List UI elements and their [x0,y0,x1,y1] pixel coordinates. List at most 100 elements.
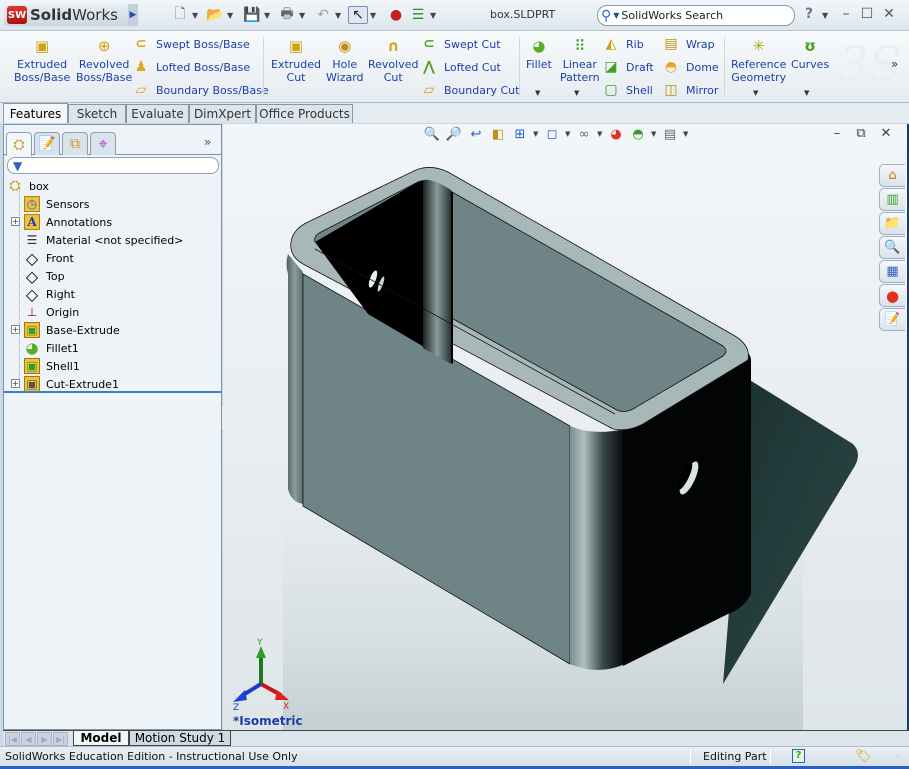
expand-base-extrude-button[interactable]: + [11,325,20,334]
solidworks-search-input[interactable]: ⚲ ▼ SolidWorks Search [597,5,795,26]
solidworks-logo[interactable]: SW SolidWorks [4,4,136,26]
help-button[interactable]: ? [800,6,818,22]
print-dropdown-icon[interactable]: ▼ [299,6,305,24]
tab-dimxpert[interactable]: DimXpert [189,104,256,123]
wrap-button[interactable]: ▤ Wrap [662,35,714,53]
curves-dropdown-icon[interactable]: ▼ [804,89,809,97]
open-folder-icon[interactable]: 📂 [205,6,225,24]
appearances-icon[interactable]: ● [879,284,905,307]
fillet-button[interactable]: ◕ Fillet [526,37,552,71]
lofted-boss-base-button[interactable]: ♟ Lofted Boss/Base [132,58,250,76]
previous-tab-button[interactable]: ◀ [21,732,36,746]
lofted-cut-button[interactable]: ⋀ Lofted Cut [420,58,501,76]
expand-annotations-button[interactable]: + [11,217,20,226]
file-explorer-icon[interactable]: 📁 [879,212,905,235]
open-folder-dropdown-icon[interactable]: ▼ [227,6,233,24]
custom-properties-icon[interactable]: 📝 [879,308,905,331]
tree-item-base-extrude[interactable]: ▣ Base-Extrude [24,321,120,339]
extruded-boss-base-button[interactable]: ▣ Extruded Boss/Base [14,37,70,84]
undo-dropdown-icon[interactable]: ▼ [335,6,341,24]
first-tab-button[interactable]: |◀ [5,732,20,746]
expand-cut-extrude1-button[interactable]: + [11,379,20,388]
tab-motion-study-1[interactable]: Motion Study 1 [129,731,231,746]
rib-button[interactable]: ◭ Rib [602,35,644,53]
resize-grip-icon[interactable]: ⋰ [893,753,900,761]
boundary-cut-button[interactable]: ▱ Boundary Cut [420,81,520,99]
propertymanager-tab[interactable]: 📝 [34,132,60,155]
cut-extrude-feature-icon: ▣ [24,376,40,392]
ribbon-overflow-button[interactable]: » [891,57,898,71]
extruded-cut-button[interactable]: ▣ Extruded Cut [271,37,321,84]
tree-item-annotations[interactable]: A Annotations [24,213,112,231]
draft-button[interactable]: ◪ Draft [602,58,653,76]
plane-icon: ◇ [25,248,39,268]
maximize-button[interactable]: ☐ [858,6,876,22]
close-button[interactable]: ✕ [880,6,898,22]
material-icon: ☰ [26,233,38,247]
revolved-boss-base-button[interactable]: ⊕ Revolved Boss/Base [76,37,132,84]
new-document-icon[interactable]: 🗋 [170,6,190,24]
configurationmanager-tab[interactable]: ⧉ [62,132,88,155]
options-icon[interactable]: ☰ [408,6,428,24]
tab-sketch[interactable]: Sketch [68,104,126,123]
new-document-dropdown-icon[interactable]: ▼ [192,6,198,24]
tree-item-part[interactable]: ⛭ box [7,177,49,195]
rebuild-traffic-light-icon[interactable]: ● [386,6,406,24]
tab-evaluate[interactable]: Evaluate [126,104,189,123]
rollback-bar[interactable] [4,391,221,393]
fillet-dropdown-icon[interactable]: ▼ [535,89,540,97]
featuremanager-tab[interactable]: ⛭ [6,132,32,156]
tree-item-fillet1[interactable]: ◕ Fillet1 [24,339,78,357]
tag-icon[interactable]: 🏷 [855,749,872,764]
save-icon[interactable]: 💾 [242,6,262,24]
boundary-boss-icon: ▱ [135,82,147,98]
hole-wizard-button[interactable]: ◉ Hole Wizard [326,37,364,84]
search-icon[interactable]: 🔍 [879,236,905,259]
save-dropdown-icon[interactable]: ▼ [264,6,270,24]
tab-features[interactable]: Features [3,103,68,123]
undo-icon[interactable]: ↶ [313,6,333,24]
tree-item-front-plane[interactable]: ◇ Front [24,248,74,268]
graphics-area[interactable]: 🔍 🔎 ↩ ◧ ⊞ ▼ ◻ ▼ ∞ ▼ ◕ ◓ ▼ ▤ ▼ – ⧉ ✕ Y X … [223,124,909,730]
tab-office-products[interactable]: Office Products [256,104,353,123]
box-model-render[interactable]: Y X Z [223,124,909,730]
select-pointer-icon[interactable]: ↖ [348,6,368,24]
print-icon[interactable]: 🖶 [277,6,297,24]
search-dropdown-icon[interactable]: ▼ [613,11,619,20]
next-tab-button[interactable]: ▶ [37,732,52,746]
minimize-button[interactable]: – [837,6,855,22]
tree-item-origin[interactable]: ⊥ Origin [24,303,79,321]
view-palette-icon[interactable]: ▦ [879,260,905,283]
last-tab-button[interactable]: ▶| [53,732,68,746]
solidworks-resources-icon[interactable]: ⌂ [879,164,905,187]
design-library-icon[interactable]: ▥ [879,188,905,211]
tab-model[interactable]: Model [73,731,129,746]
curves-button[interactable]: ʊ Curves [791,37,829,71]
reference-geometry-button[interactable]: ✳ Reference Geometry [731,37,786,84]
quick-tips-help-icon[interactable]: ? [792,749,805,763]
options-dropdown-icon[interactable]: ▼ [430,6,436,24]
shell-button[interactable]: ▢ Shell [602,81,652,99]
mirror-button[interactable]: ◫ Mirror [662,81,718,99]
boundary-boss-base-button[interactable]: ▱ Boundary Boss/Base [132,81,269,99]
revolved-cut-button[interactable]: ∩ Revolved Cut [368,37,418,84]
tree-item-sensors[interactable]: ◷ Sensors [24,195,89,213]
dimxpertmanager-tab[interactable]: ⌖ [90,132,116,155]
dome-button[interactable]: ◓ Dome [662,58,719,76]
help-dropdown-icon[interactable]: ▼ [822,6,828,24]
swept-boss-icon: ⊂ [135,36,147,52]
hole-wizard-icon: ◉ [338,36,352,55]
tree-item-material[interactable]: ☰ Material <not specified> [24,231,184,249]
select-pointer-dropdown-icon[interactable]: ▼ [370,6,376,24]
reference-geometry-dropdown-icon[interactable]: ▼ [753,89,758,97]
tree-item-top-plane[interactable]: ◇ Top [24,267,65,286]
tree-item-shell1[interactable]: ▣ Shell1 [24,357,80,375]
tree-item-right-plane[interactable]: ◇ Right [24,285,75,304]
manager-overflow-button[interactable]: » [204,135,211,149]
swept-cut-button[interactable]: ⊂ Swept Cut [420,35,500,53]
linear-pattern-button[interactable]: ⠿ Linear Pattern [560,37,600,84]
swept-boss-base-button[interactable]: ⊂ Swept Boss/Base [132,35,250,53]
feature-tree-filter[interactable]: ▼ [7,157,219,174]
linear-pattern-dropdown-icon[interactable]: ▼ [574,89,579,97]
menu-expand-arrow[interactable]: ▶ [128,4,138,26]
